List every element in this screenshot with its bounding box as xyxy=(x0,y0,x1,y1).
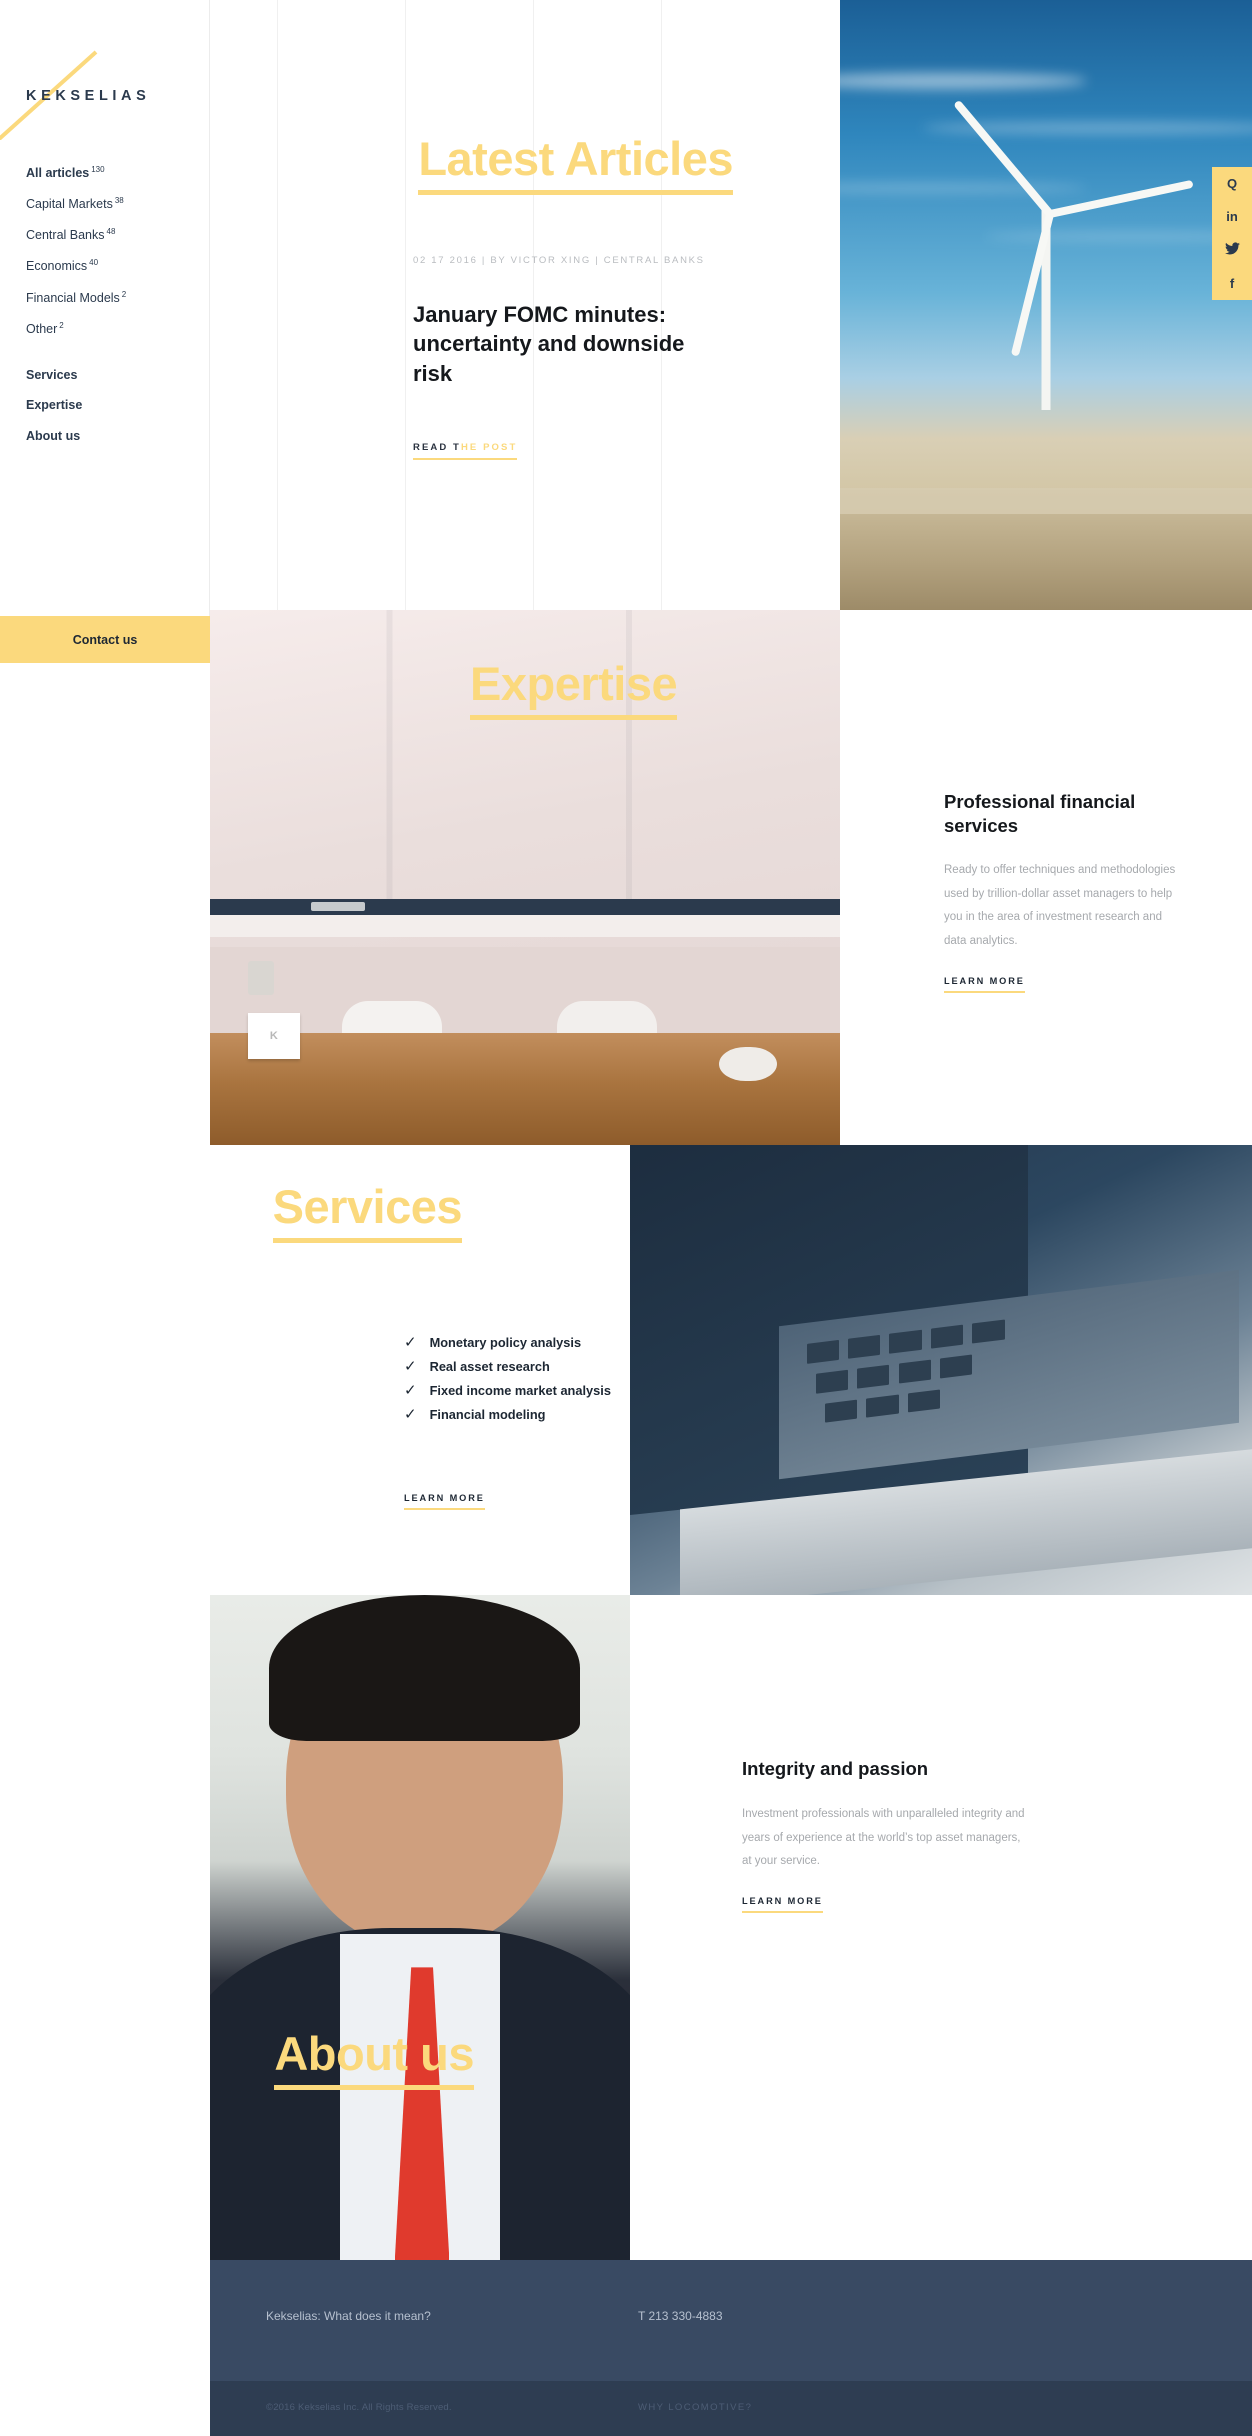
facebook-icon[interactable]: f xyxy=(1230,277,1234,290)
read-post-link[interactable]: READ THE POST xyxy=(413,442,518,460)
hair xyxy=(268,1595,580,1742)
about-text-block: Integrity and passion Investment profess… xyxy=(742,1757,1032,1913)
footer-link-meaning[interactable]: Kekselias: What does it mean? xyxy=(266,2309,431,2323)
about-title-wrap: About us xyxy=(0,2030,630,2090)
article-title[interactable]: January FOMC minutes: uncertainty and do… xyxy=(413,300,713,388)
check-icon: ✓ xyxy=(404,1382,417,1399)
services-section: Services ✓ Monetary policy analysis ✓ Re… xyxy=(0,1145,1252,1595)
footer-copyright: ©2016 Kekselias Inc. All Rights Reserved… xyxy=(266,2402,452,2413)
hero-content: Latest Articles 02 17 2016 | BY VICTOR X… xyxy=(210,0,840,610)
page-title: Latest Articles xyxy=(418,135,733,195)
service-label: Real asset research xyxy=(429,1359,550,1374)
contact-us-button[interactable]: Contact us xyxy=(0,616,210,663)
quora-icon[interactable]: Q xyxy=(1227,177,1237,190)
pen-holder xyxy=(247,961,274,996)
portrait-photo xyxy=(210,1595,630,2260)
sidebar-item-other[interactable]: Other 2 xyxy=(26,321,206,336)
list-item: ✓ Fixed income market analysis xyxy=(404,1383,634,1398)
expertise-learn-more-link[interactable]: LEARN MORE xyxy=(944,976,1025,993)
logo-text: KEKSELIAS xyxy=(26,88,151,104)
footer-bottom: ©2016 Kekselias Inc. All Rights Reserved… xyxy=(210,2381,1252,2436)
linkedin-icon[interactable]: in xyxy=(1226,210,1238,223)
read-post-label-yellow: HE POST xyxy=(460,442,518,453)
sidebar-item-central-banks[interactable]: Central Banks 48 xyxy=(26,228,206,242)
service-label: Fixed income market analysis xyxy=(429,1383,611,1398)
window-handle xyxy=(310,901,365,911)
expertise-title: Expertise xyxy=(470,660,678,720)
sidebar-item-about-us[interactable]: About us xyxy=(26,430,206,443)
latest-articles-title-wrap: Latest Articles xyxy=(210,135,840,195)
services-title: Services xyxy=(272,1183,463,1243)
check-icon: ✓ xyxy=(404,1358,417,1375)
sidebar-item-all-articles[interactable]: All articles 130 xyxy=(26,166,206,180)
list-item: ✓ Real asset research xyxy=(404,1359,634,1374)
expertise-heading: Professional financial services xyxy=(944,791,1136,836)
about-section: About us Integrity and passion Investmen… xyxy=(0,1595,1252,2260)
business-card: K xyxy=(247,1013,300,1060)
services-learn-more-wrap: LEARN MORE xyxy=(404,1488,485,1510)
services-list: ✓ Monetary policy analysis ✓ Real asset … xyxy=(404,1335,634,1431)
footer: Kekselias: What does it mean? T 213 330-… xyxy=(210,2260,1252,2436)
service-label: Financial modeling xyxy=(429,1407,546,1422)
sidebar-nav: All articles 130 Capital Markets 38 Centra… xyxy=(26,166,206,460)
logo[interactable]: KEKSELIAS xyxy=(0,30,210,140)
footer-why-locomotive-link[interactable]: WHY LOCOMOTIVE? xyxy=(638,2402,752,2413)
hero-section: Q in f Latest Articles 02 17 2016 | BY V… xyxy=(210,0,1252,610)
check-icon: ✓ xyxy=(404,1406,417,1423)
twitter-icon[interactable] xyxy=(1224,242,1240,257)
nav-divider xyxy=(26,353,206,369)
laptop-photo xyxy=(630,1145,1252,1595)
about-heading: Integrity and passion xyxy=(742,1758,929,1779)
service-label: Monetary policy analysis xyxy=(429,1335,582,1350)
read-post-link-wrap: READ THE POST xyxy=(413,437,518,460)
list-item: ✓ Monetary policy analysis xyxy=(404,1335,634,1350)
sidebar-item-capital-markets[interactable]: Capital Markets 38 xyxy=(26,197,206,211)
list-item: ✓ Financial modeling xyxy=(404,1407,634,1422)
landing-page: KEKSELIAS All articles 130 Capital Market… xyxy=(0,0,1252,2436)
turbine-blade xyxy=(953,99,1056,220)
footer-phone[interactable]: T 213 330-4883 xyxy=(638,2309,723,2323)
expertise-title-wrap: Expertise xyxy=(470,660,678,720)
expertise-text-block: Professional financial services Ready to… xyxy=(944,790,1176,993)
about-title: About us xyxy=(274,2030,474,2090)
check-icon: ✓ xyxy=(404,1334,417,1351)
sidebar-item-expertise[interactable]: Expertise xyxy=(26,399,206,412)
sidebar-item-financial-models[interactable]: Financial Models 2 xyxy=(26,290,206,305)
expertise-body: Ready to offer techniques and methodolog… xyxy=(944,864,1176,948)
wind-turbine-photo: Q in f xyxy=(840,0,1252,610)
expertise-section: K Expertise Professional financial servi… xyxy=(0,610,1252,1145)
services-title-wrap: Services xyxy=(0,1183,630,1243)
sidebar-item-economics[interactable]: Economics 40 xyxy=(26,259,206,273)
sidebar-item-services[interactable]: Services xyxy=(26,369,206,382)
social-links: Q in f xyxy=(1212,167,1252,300)
sidebar: KEKSELIAS All articles 130 Capital Market… xyxy=(0,0,210,663)
services-learn-more-link[interactable]: LEARN MORE xyxy=(404,1493,485,1510)
about-body: Investment professionals with unparallel… xyxy=(742,1808,1025,1868)
mouse xyxy=(719,1046,777,1081)
footer-top: Kekselias: What does it mean? T 213 330-… xyxy=(210,2260,1252,2381)
about-learn-more-link[interactable]: LEARN MORE xyxy=(742,1896,823,1913)
article-meta: 02 17 2016 | BY VICTOR XING | CENTRAL BA… xyxy=(413,255,705,266)
read-post-label-dark: READ T xyxy=(413,442,461,453)
